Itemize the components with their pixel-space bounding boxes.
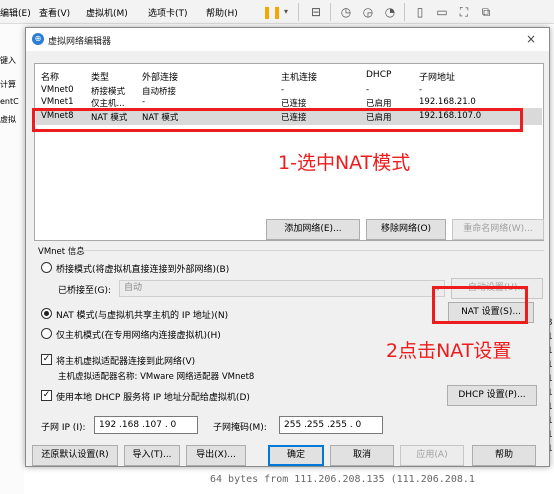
dhcp-settings-button[interactable]: DHCP 设置(P)... <box>447 385 537 406</box>
virtual-network-editor-dialog: ⊕ 虚拟网络编辑器 × 名称 类型 外部连接 主机连接 DHCP 子网地址 VM… <box>25 27 550 467</box>
toolbar-separator <box>404 3 405 21</box>
cancel-button[interactable]: 取消 <box>330 445 394 466</box>
library-item[interactable]: 虚拟 <box>0 114 16 125</box>
fullscreen-icon[interactable]: ⛶ <box>456 4 472 20</box>
column-header-type[interactable]: 类型 <box>91 70 109 83</box>
snapshot-icon[interactable]: ◷ <box>338 4 354 20</box>
toolbar-separator <box>298 3 299 21</box>
bridged-to-select[interactable]: 自动 ▾ <box>119 280 445 297</box>
menu-view[interactable]: 查看(V) <box>39 6 70 19</box>
pause-icon[interactable]: ❚❚ <box>262 4 282 20</box>
menu-vm[interactable]: 虚拟机(M) <box>86 6 128 19</box>
snapshot-manager-icon[interactable]: ◔ <box>382 4 398 20</box>
subnet-mask-label: 子网掩码(M): <box>213 423 267 433</box>
group-divider <box>78 250 544 251</box>
bridged-to-label: 已桥接至(G): <box>58 286 112 296</box>
subnet-ip-label: 子网 IP (I): <box>41 423 86 433</box>
network-globe-icon: ⊕ <box>32 33 44 45</box>
nat-mode-radio[interactable] <box>41 308 52 319</box>
subnet-ip-field[interactable]: 192 .168 .107 . 0 <box>94 416 198 434</box>
unity-icon[interactable]: ⧉ <box>478 4 494 20</box>
column-header-external[interactable]: 外部连接 <box>142 70 178 83</box>
subnet-mask-field[interactable]: 255 .255 .255 . 0 <box>279 416 383 434</box>
nat-mode-label[interactable]: NAT 模式(与虚拟机共享主机的 IP 地址)(N) <box>56 308 228 321</box>
host-only-radio[interactable] <box>41 328 52 339</box>
dialog-titlebar: ⊕ 虚拟网络编辑器 × <box>26 28 549 51</box>
chevron-down-icon[interactable]: ▾ <box>278 4 294 20</box>
annotation-step1: 1-选中NAT模式 <box>278 152 411 174</box>
column-header-dhcp[interactable]: DHCP <box>366 70 391 80</box>
menu-bar: 编辑(E) 查看(V) 虚拟机(M) 选项卡(T) 帮助(H) ❚❚ ▾ ⊟ ◷… <box>0 0 554 24</box>
remove-network-button[interactable]: 移除网络(O) <box>366 219 446 240</box>
column-header-host[interactable]: 主机连接 <box>281 70 317 83</box>
snapshot-restore-icon[interactable]: ◶ <box>360 4 376 20</box>
library-item[interactable]: 计算 <box>0 79 16 90</box>
apply-button[interactable]: 应用(A) <box>400 445 464 466</box>
menu-tabs[interactable]: 选项卡(T) <box>148 6 188 19</box>
connect-adapter-label[interactable]: 将主机虚拟适配器连接到此网络(V) <box>56 354 195 367</box>
bridged-mode-radio[interactable] <box>41 262 52 273</box>
import-button[interactable]: 导入(T)... <box>124 445 180 466</box>
ok-button[interactable]: 确定 <box>268 445 324 466</box>
help-button[interactable]: 帮助 <box>472 445 536 466</box>
menu-edit[interactable]: 编辑(E) <box>0 6 31 19</box>
add-network-button[interactable]: 添加网络(E)... <box>266 219 360 240</box>
library-search[interactable]: 键入 <box>0 55 16 66</box>
annotation-highlight-vmnet8 <box>32 108 523 132</box>
column-header-name[interactable]: 名称 <box>41 70 59 83</box>
use-dhcp-label[interactable]: 使用本地 DHCP 服务将 IP 地址分配给虚拟机(D) <box>56 390 250 403</box>
dialog-title: 虚拟网络编辑器 <box>48 37 112 47</box>
library-panel: 键入 计算 entC 虚拟 <box>0 24 24 494</box>
annotation-step2: 2点击NAT设置 <box>386 340 512 362</box>
library-item[interactable]: entC <box>0 97 19 106</box>
use-dhcp-checkbox[interactable]: ✓ <box>41 390 52 401</box>
connect-adapter-checkbox[interactable]: ✓ <box>41 354 52 365</box>
sidebar-view-icon[interactable]: ▯ <box>412 4 428 20</box>
adapter-name-text: 主机虚拟适配器名称: VMware 网络适配器 VMnet8 <box>58 372 255 382</box>
rename-network-button[interactable]: 重命名网络(W)... <box>452 219 544 240</box>
network-icon[interactable]: ⊟ <box>308 4 324 20</box>
menu-help[interactable]: 帮助(H) <box>206 6 238 19</box>
restore-defaults-button[interactable]: 还原默认设置(R) <box>32 445 118 466</box>
column-header-subnet[interactable]: 子网地址 <box>419 70 455 83</box>
toolbar-separator <box>330 3 331 21</box>
export-button[interactable]: 导出(X)... <box>186 445 246 466</box>
host-only-label[interactable]: 仅主机模式(在专用网络内连接虚拟机)(H) <box>56 328 221 341</box>
bridged-mode-label[interactable]: 桥接模式(将虚拟机直接连接到外部网络)(B) <box>56 262 229 275</box>
console-view-icon[interactable]: ▭ <box>434 4 450 20</box>
vmnet-info-group-title: VMnet 信息 <box>38 247 85 257</box>
annotation-highlight-nat-settings <box>432 286 528 324</box>
close-icon[interactable]: × <box>526 32 536 46</box>
